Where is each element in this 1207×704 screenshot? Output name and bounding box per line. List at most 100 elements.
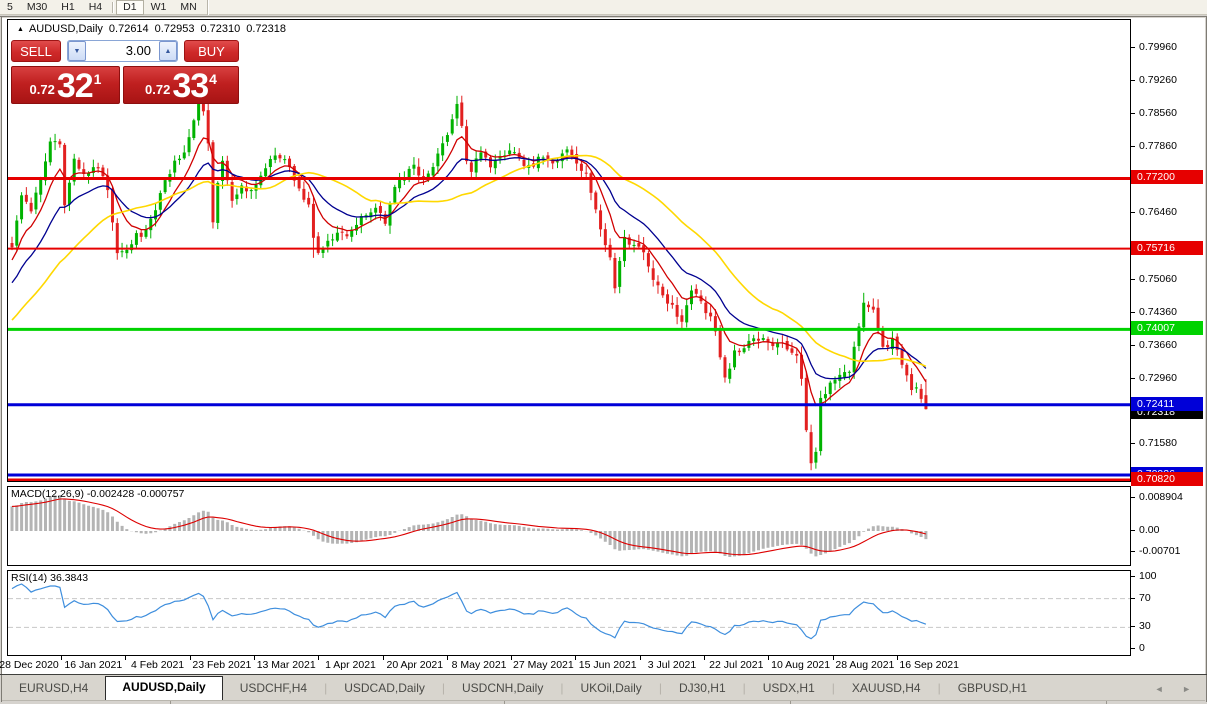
date-label: 28 Aug 2021 [835,659,895,671]
date-label: 23 Feb 2021 [192,659,252,671]
date-tick [896,656,898,660]
timeframe-button-h4[interactable]: H4 [82,0,109,15]
timeframe-button-w1[interactable]: W1 [144,0,174,15]
date-label: 13 Mar 2021 [256,659,316,671]
date-tick [61,656,62,660]
chart-title: ▲ AUDUSD,Daily 0.72614 0.72953 0.72310 0.7231… [17,23,286,35]
rsi-chart[interactable] [8,571,1130,655]
sell-price-box[interactable]: 0.72 32 1 [11,66,120,104]
timeframe-button-mn[interactable]: MN [173,0,203,15]
window-border-top [0,16,1207,17]
date-label: 10 Aug 2021 [771,659,831,671]
rsi-axis-label: 70 [1139,591,1151,604]
timeframe-button-h1[interactable]: H1 [54,0,81,15]
sell-price-sup: 1 [93,71,102,87]
chart-tab-usdcnh[interactable]: USDCNH,Daily [445,677,560,700]
chart-window: ▲ AUDUSD,Daily 0.72614 0.72953 0.72310 0.7231… [0,18,1205,674]
price-axis-tick [1131,146,1135,148]
chart-tab-usdchf[interactable]: USDCHF,H4 [223,677,324,700]
price-axis-tick [1131,377,1135,379]
date-tick [704,656,705,660]
ohlc-close: 0.72318 [246,23,286,35]
chart-tab-usdcad[interactable]: USDCAD,Daily [327,677,442,700]
volume-spinner: ▼ 3.00 ▲ [67,40,178,62]
date-label: 15 Jun 2021 [578,659,637,671]
price-axis-tick-label: 0.72960 [1139,371,1177,384]
rsi-panel[interactable]: RSI(14) 36.3843 [7,570,1131,656]
date-tick [768,656,770,660]
chart-tab-gbpusd[interactable]: GBPUSD,H1 [941,677,1044,700]
volume-increase-button[interactable]: ▲ [159,41,177,61]
date-tick [125,656,127,660]
macd-panel[interactable]: MACD(12,26,9) -0.002428 -0.000757 [7,486,1131,566]
ohlc-low: 0.72310 [200,23,241,35]
price-axis-tick [1131,344,1135,346]
date-tick [189,656,191,660]
buy-price-big: 33 [172,67,209,105]
rsi-axis-label: 30 [1139,620,1151,633]
chart-tab-dj30[interactable]: DJ30,H1 [662,677,743,700]
price-axis-tick [1131,443,1135,445]
tab-scroll-arrows[interactable]: ◄ ► [1155,684,1199,694]
macd-axis-tick [1131,497,1135,498]
date-label: 16 Jan 2021 [64,659,123,671]
rsi-value: 36.3843 [50,572,89,584]
level-price-label: 0.72411 [1131,396,1203,411]
date-tick [832,656,834,660]
one-click-trading-panel: SELL ▼ 3.00 ▲ BUY 0.72 32 1 0.72 33 4 [11,40,239,104]
price-axis[interactable]: 0.79960 0.79260 0.78560 0.77860 0.76460 0.750… [1131,19,1205,656]
ohlc-high: 0.72953 [154,23,195,35]
level-price-label: 0.70820 [1131,471,1203,486]
symbol-marker-icon: ▲ [17,26,24,33]
price-axis-tick-label: 0.74360 [1139,305,1177,318]
date-label: 3 Jul 2021 [647,659,697,671]
price-chart-panel[interactable]: ▲ AUDUSD,Daily 0.72614 0.72953 0.72310 0.7231… [7,19,1131,482]
date-label: 20 Apr 2021 [386,659,444,671]
level-price-label: 0.77200 [1131,170,1203,185]
macd-axis-label: 0.00 [1139,524,1160,536]
date-tick [318,656,320,660]
rsi-axis-label: 100 [1139,570,1157,582]
rsi-axis-tick [1131,648,1135,649]
macd-label: MACD(12,26,9) -0.002428 -0.000757 [11,488,184,500]
date-tick [511,656,513,660]
price-axis-tick [1131,80,1135,82]
date-label: 16 Sep 2021 [899,659,959,671]
level-price-label: 0.74007 [1131,321,1203,336]
window-bottom-edge [2,700,1205,704]
price-axis-tick-label: 0.73660 [1139,338,1177,351]
tabbar-top-border [0,674,1207,675]
price-axis-tick-label: 0.79960 [1139,41,1177,53]
timeframe-toolbar: 5 M30 H1 H4 D1 W1 MN [0,0,1207,15]
chart-symbol: AUDUSD,Daily [28,23,103,35]
timeframe-button-d1[interactable]: D1 [116,0,144,15]
price-axis-tick-label: 0.76460 [1139,206,1177,219]
chart-tab-xauusd[interactable]: XAUUSD,H4 [835,677,938,700]
chart-tab-ukoil[interactable]: UKOil,Daily [563,677,658,700]
date-label: 22 Jul 2021 [709,659,764,671]
volume-value[interactable]: 3.00 [86,41,159,61]
volume-decrease-button[interactable]: ▼ [68,41,86,61]
chart-tab-audusd[interactable]: AUDUSD,Daily [105,676,223,700]
macd-axis-tick [1131,551,1135,552]
rsi-label: RSI(14) 36.3843 [11,572,88,584]
timeframe-button-m30[interactable]: M30 [20,0,54,15]
timeframe-button-5[interactable]: 5 [0,0,20,15]
sell-price-small: 0.72 [29,82,55,97]
buy-price-box[interactable]: 0.72 33 4 [123,66,239,104]
date-label: 8 May 2021 [451,659,507,671]
buy-price-small: 0.72 [145,82,171,97]
price-axis-tick-label: 0.77860 [1139,140,1177,153]
price-axis-tick [1131,278,1135,280]
macd-axis-tick [1131,530,1135,531]
time-axis[interactable]: 28 Dec 2020 16 Jan 2021 4 Feb 2021 23 Feb 2… [0,656,1205,674]
sell-button[interactable]: SELL [11,40,61,62]
buy-button[interactable]: BUY [184,40,239,62]
ohlc-open: 0.72614 [108,23,149,35]
date-label: 27 May 2021 [513,659,574,671]
terminal-window: 5 M30 H1 H4 D1 W1 MN ▲ AUDUSD,Daily 0.72614 0.729… [0,0,1207,704]
chart-tab-usdx[interactable]: USDX,H1 [746,677,832,700]
chart-tab-eurusd[interactable]: EURUSD,H4 [2,677,105,700]
toolbar-separator [112,1,114,13]
date-tick [382,656,384,660]
